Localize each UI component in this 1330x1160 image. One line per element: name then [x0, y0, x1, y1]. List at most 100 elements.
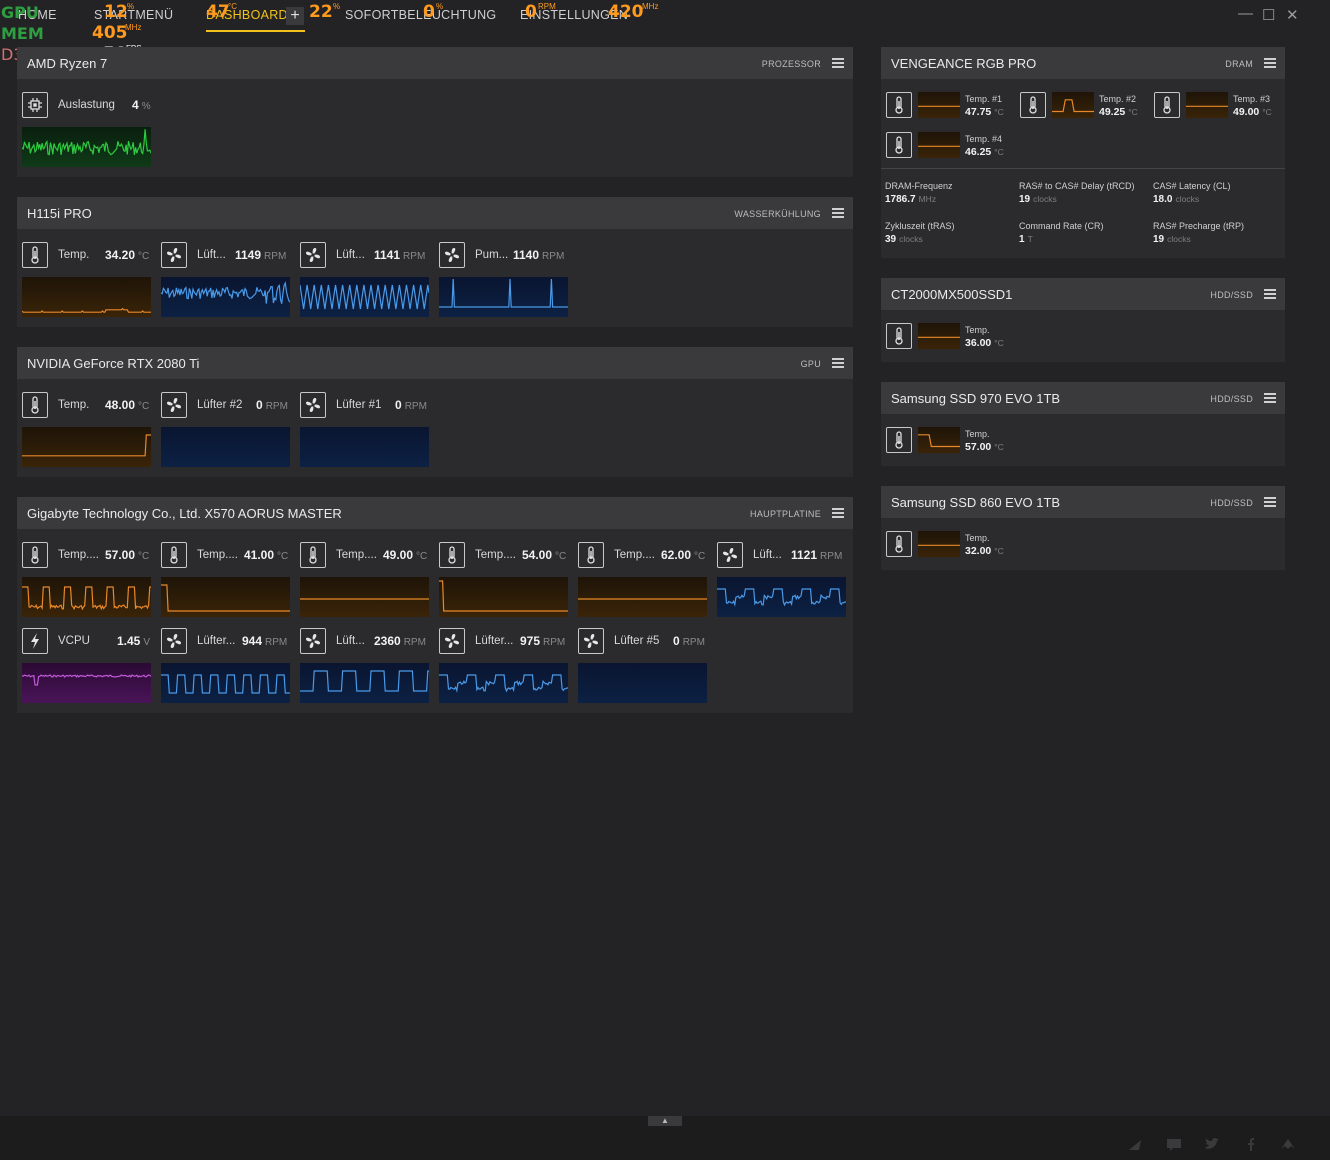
tile-label: Auslastung: [58, 99, 115, 111]
dram-panel-menu-icon[interactable]: [1264, 58, 1276, 68]
thermometer-icon: [22, 392, 48, 418]
sparkline: [918, 92, 960, 118]
minimize-button[interactable]: —: [1238, 5, 1253, 22]
tile-value: 57.00 °C: [965, 441, 1004, 453]
ssd-panel-title: Samsung SSD 860 EVO 1TB: [891, 495, 1061, 510]
sparkline: [21, 663, 152, 703]
thermometer-icon: [22, 542, 48, 568]
tile-value: 944 RPM: [242, 634, 288, 648]
cpu-panel-header: AMD Ryzen 7 PROZESSOR: [17, 47, 853, 79]
mini-graph: [918, 92, 960, 118]
ssd-panel-menu-icon[interactable]: [1264, 497, 1276, 507]
tile-value: 54.00 °C: [522, 548, 567, 562]
tile-value: 41.00 °C: [244, 548, 289, 562]
osd-fan-rpm: 0: [525, 2, 537, 22]
tile-label: Lüfter...: [197, 635, 236, 647]
dram-spec: DRAM-Frequenz 1786.7 MHz: [885, 181, 953, 205]
gpu-panel: NVIDIA GeForce RTX 2080 Ti GPU Temp. 48.…: [17, 347, 853, 477]
osd-mem-clock: 405: [92, 23, 128, 43]
twitter-icon[interactable]: [1204, 1136, 1220, 1152]
tile-label: Temp.: [58, 399, 90, 411]
dram-panel-header: VENGEANCE RGB PRO DRAM: [881, 47, 1285, 79]
ssd-970evo-panel: Samsung SSD 970 EVO 1TB HDD/SSD Temp. 57…: [881, 382, 1285, 466]
tile-label: Temp. #3: [1233, 94, 1271, 104]
sparkline: [1186, 92, 1228, 118]
tile-label: Temp....: [336, 549, 377, 561]
osd-mem-clock-unit: MHz: [125, 23, 142, 32]
sparkline: [161, 663, 290, 703]
tile-label: Lüft...: [336, 635, 365, 647]
mini-graph: [1186, 92, 1228, 118]
mobo-panel-menu-icon[interactable]: [832, 508, 844, 518]
fan-icon: [717, 542, 743, 568]
sensor-graph: [161, 577, 290, 617]
cpu-panel-menu-icon[interactable]: [832, 58, 844, 68]
corsair-logo-icon[interactable]: [1280, 1136, 1296, 1152]
sensor-graph: [300, 427, 429, 467]
nav-sofortbeleuchtung[interactable]: SOFORTBELEUCHTUNG: [345, 8, 496, 22]
ssd-panel-header: Samsung SSD 970 EVO 1TB HDD/SSD: [881, 382, 1285, 414]
fan-icon: [161, 392, 187, 418]
sparkline: [300, 577, 429, 617]
tile-value: 0 RPM: [673, 634, 705, 648]
maximize-button[interactable]: ☐: [1262, 6, 1275, 24]
ssd-panel-header: CT2000MX500SSD1 HDD/SSD: [881, 278, 1285, 310]
thermometer-icon: [22, 242, 48, 268]
tile-value: 1121 RPM: [791, 548, 843, 562]
sensor-graph: [161, 427, 290, 467]
add-widget-button[interactable]: +: [286, 7, 304, 25]
tile-value: 57.00 °C: [105, 548, 150, 562]
fan-icon: [300, 628, 326, 654]
mini-graph: [918, 427, 960, 453]
h115i-panel: H115i PRO WASSERKÜHLUNG Temp. 34.20 °C Lü…: [17, 197, 853, 327]
ssd-panel-menu-icon[interactable]: [1264, 393, 1276, 403]
sparkline: [161, 427, 290, 467]
ssd-panel-header: Samsung SSD 860 EVO 1TB HDD/SSD: [881, 486, 1285, 518]
tile-value: 1.45 V: [117, 634, 151, 648]
thermometer-icon: [886, 132, 912, 158]
tile-label: Lüfter #1: [336, 399, 382, 411]
sensor-graph: [22, 577, 151, 617]
thermometer-icon: [886, 531, 912, 557]
sparkline: [918, 132, 960, 158]
tile-value: 32.00 °C: [965, 545, 1004, 557]
cpu-panel: AMD Ryzen 7 PROZESSOR Auslastung 4%: [17, 47, 853, 177]
facebook-icon[interactable]: [1243, 1136, 1259, 1152]
sensor-graph: [439, 577, 568, 617]
sensor-graph: [578, 663, 707, 703]
divider: [881, 168, 1285, 169]
sensor-graph: [299, 277, 430, 317]
tile-label: Temp....: [58, 549, 99, 561]
tile-label: Lüfter #5: [614, 635, 660, 647]
dram-spec: RAS# to CAS# Delay (tRCD) 19 clocks: [1019, 181, 1135, 205]
fan-icon: [439, 628, 465, 654]
sparkline: [299, 277, 430, 317]
mobo-panel: Gigabyte Technology Co., Ltd. X570 AORUS…: [17, 497, 853, 713]
sparkline: [300, 427, 429, 467]
tile-value: 48.00 °C: [105, 398, 150, 412]
ssd-panel-menu-icon[interactable]: [1264, 289, 1276, 299]
tile-value: 2360 RPM: [374, 634, 426, 648]
osd-gpu-temp: 47: [206, 2, 230, 22]
close-button[interactable]: ✕: [1286, 6, 1299, 24]
sparkline: [160, 277, 291, 317]
sparkline: [21, 127, 152, 167]
tile-label: Temp....: [475, 549, 516, 561]
h115i-panel-menu-icon[interactable]: [832, 208, 844, 218]
osd-mem-label: MEM: [1, 24, 44, 43]
ssd-panel-title: Samsung SSD 970 EVO 1TB: [891, 391, 1061, 406]
sparkline: [439, 663, 569, 703]
fan-icon: [300, 242, 326, 268]
chat-icon[interactable]: [1166, 1136, 1182, 1152]
tile-label: Lüft...: [336, 249, 365, 261]
osd-cpu-load: 22: [309, 2, 333, 22]
tile-value: 975 RPM: [520, 634, 566, 648]
corsair-sails-icon[interactable]: [1127, 1136, 1143, 1152]
ssd-panel-tag: HDD/SSD: [1210, 394, 1253, 404]
thermometer-icon: [886, 427, 912, 453]
sensor-graph: [160, 277, 291, 317]
collapse-footer-button[interactable]: ▲: [648, 1116, 682, 1126]
mini-graph: [1052, 92, 1094, 118]
gpu-panel-menu-icon[interactable]: [832, 358, 844, 368]
sensor-graph: [578, 577, 707, 617]
